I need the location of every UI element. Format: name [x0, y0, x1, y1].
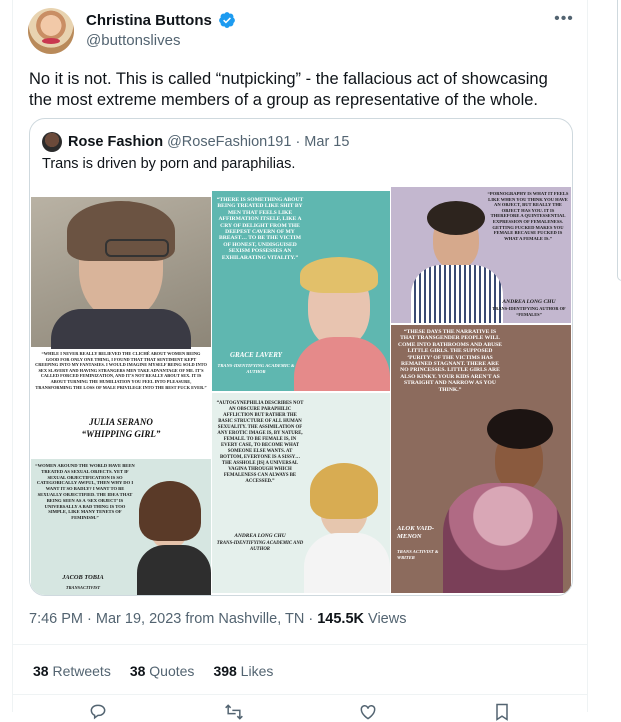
andrea2-name: Andrea Long Chu	[234, 533, 286, 539]
panel-jacob-tobia: “Women around the world have been treate…	[31, 459, 211, 595]
tweet-timestamp[interactable]: 7:46 PM · Mar 19, 2023 from Nashville, T…	[29, 611, 317, 627]
julia-book: “Whipping Girl”	[81, 429, 161, 439]
jacob-name: Jacob Tobia	[62, 574, 104, 581]
grace-name: Grace Lavery	[229, 351, 283, 359]
quoted-image-collage[interactable]: “While I never really believed the clich…	[30, 185, 572, 595]
quoted-header: Rose Fashion @RoseFashion191 · Mar 15	[42, 132, 349, 152]
retweets-stat[interactable]: 38 Retweets	[33, 663, 111, 679]
sidebar-card-edge	[617, 0, 621, 281]
more-icon[interactable]: •••	[553, 10, 575, 30]
panel-alok-vaid-menon: “These days the narrative is that transg…	[391, 325, 571, 593]
like-icon[interactable]	[358, 702, 378, 722]
likes-stat[interactable]: 398 Likes	[213, 663, 273, 679]
retweets-label: Retweets	[48, 663, 111, 679]
author-name-row: Christina Buttons	[86, 11, 236, 29]
divider	[13, 644, 587, 645]
author-name[interactable]: Christina Buttons	[86, 12, 212, 29]
quotes-count: 38	[129, 663, 146, 679]
julia-quote: “While I never really believed the clich…	[35, 351, 207, 390]
bookmark-icon[interactable]	[492, 702, 512, 722]
jacob-quote: “Women around the world have been treate…	[35, 463, 135, 521]
divider	[13, 694, 587, 695]
quoted-name[interactable]: Rose Fashion	[68, 134, 163, 150]
panel-andrea-chu-1: “Pornography is what it feels like when …	[391, 187, 571, 323]
panel-grace-lavery: “There is something about being treated …	[212, 191, 390, 391]
quoted-handle[interactable]: @RoseFashion191	[167, 134, 291, 150]
quoted-tweet[interactable]: Rose Fashion @RoseFashion191 · Mar 15 Tr…	[29, 118, 573, 596]
andrea2-quote: “Autogynephilia describes not an obscure…	[216, 401, 304, 484]
likes-label: Likes	[236, 663, 274, 679]
quotes-stat[interactable]: 38 Quotes	[130, 663, 195, 679]
action-bar	[0, 702, 621, 721]
andrea2-role: Trans-identifying academic and author	[216, 541, 304, 553]
timeline-border-left	[12, 0, 13, 712]
reply-icon[interactable]	[88, 702, 108, 722]
author-avatar[interactable]	[28, 8, 74, 54]
grace-quote: “There is something about being treated …	[216, 197, 304, 261]
quoted-date[interactable]: · Mar 15	[295, 134, 349, 150]
views-label: Views	[364, 611, 407, 627]
tweet-stats: 38 Retweets 38 Quotes 398 Likes	[33, 663, 273, 679]
andrea1-name: Andrea Long Chu	[502, 299, 556, 305]
quotes-label: Quotes	[145, 663, 195, 679]
panel-julia-serano: “While I never really believed the clich…	[31, 197, 211, 457]
alok-role: Trans activist & writer	[397, 549, 439, 561]
grace-role: Trans-identifying academic & author	[217, 363, 295, 375]
likes-count: 398	[213, 663, 237, 679]
author-handle[interactable]: @buttonslives	[86, 32, 180, 49]
andrea1-role: Trans-identifying author of “Females”	[492, 306, 566, 318]
tweet-meta: 7:46 PM · Mar 19, 2023 from Nashville, T…	[29, 611, 406, 627]
panel-andrea-chu-2: “Autogynephilia describes not an obscure…	[212, 393, 390, 593]
retweet-icon[interactable]	[224, 702, 244, 722]
views-count: 145.5K	[317, 611, 364, 627]
retweets-count: 38	[33, 663, 49, 679]
alok-quote: “These days the narrative is that transg…	[398, 329, 502, 393]
alok-name: Alok Vaid-Menon	[397, 525, 435, 540]
tweet-text: No it is not. This is called “nutpicking…	[29, 70, 548, 109]
andrea1-quote: “Pornography is what it feels like when …	[487, 191, 569, 241]
quoted-text: Trans is driven by porn and paraphilias.	[42, 156, 296, 172]
photo-julia	[31, 197, 211, 349]
timeline-border-right	[587, 0, 588, 712]
verified-badge-icon	[218, 12, 235, 28]
julia-name: Julia Serano	[89, 417, 153, 427]
jacob-role: Transactivist	[65, 585, 101, 590]
quoted-avatar[interactable]	[42, 132, 62, 152]
